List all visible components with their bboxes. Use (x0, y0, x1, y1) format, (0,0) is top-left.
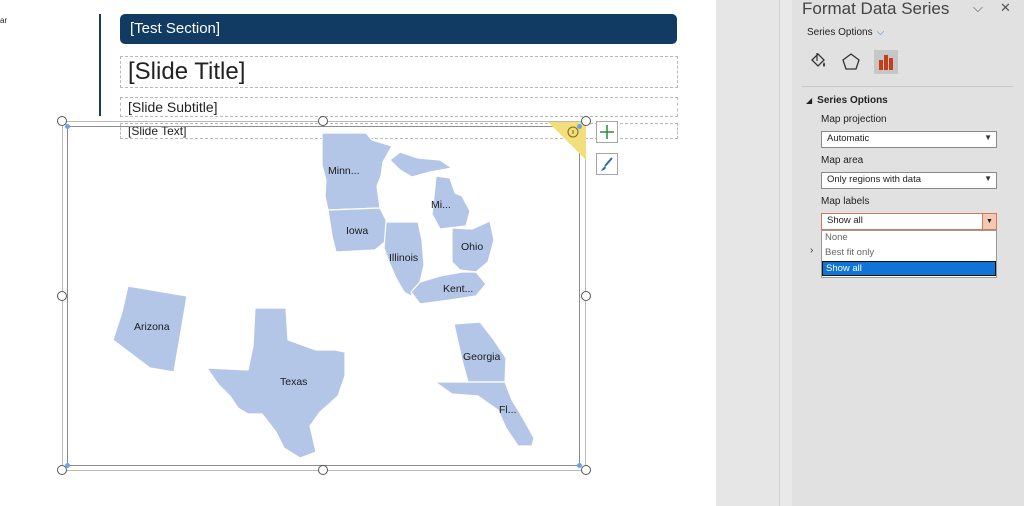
dropdown-arrow-icon: ▼ (984, 133, 992, 142)
dropdown-option-best-fit[interactable]: Best fit only (822, 246, 996, 261)
map-projection-label: Map projection (821, 114, 887, 125)
bar-chart-icon (879, 55, 893, 70)
plus-icon (600, 125, 614, 139)
pane-options-chevron-icon[interactable]: ⌵ (973, 0, 983, 16)
chart-styles-button[interactable] (596, 153, 618, 175)
brush-icon (601, 157, 613, 171)
dropdown-option-show-all[interactable]: Show all (822, 261, 996, 276)
section-title: Series Options (817, 95, 888, 106)
pane-title: Format Data Series (802, 0, 950, 18)
plot-area-handle[interactable] (577, 463, 582, 468)
tab-series-options[interactable] (874, 50, 898, 74)
series-options-dropdown[interactable]: Series Options ⌵ (807, 27, 884, 38)
map-labels-dropdown-list: None Best fit only Show all (821, 230, 997, 278)
map-projection-select[interactable]: Automatic ▼ (821, 131, 997, 148)
map-area-label: Map area (821, 155, 864, 166)
map-labels-value: Show all (827, 215, 863, 226)
series-options-dropdown-label: Series Options (807, 27, 873, 38)
pane-splitter[interactable] (779, 0, 792, 506)
resize-handle[interactable] (581, 291, 591, 301)
tab-effects[interactable] (839, 50, 863, 74)
map-area-value: Only regions with data (827, 174, 921, 185)
resize-handle[interactable] (581, 465, 591, 475)
chevron-down-icon: ⌵ (876, 27, 885, 38)
map-projection-value: Automatic (827, 133, 870, 144)
pane-divider (802, 86, 1013, 87)
map-labels-label: Map labels (821, 196, 870, 207)
chart-elements-button[interactable] (596, 121, 618, 143)
fill-bucket-icon (811, 53, 825, 67)
chart-plot-area[interactable] (67, 126, 580, 466)
close-icon[interactable]: ✕ (1000, 0, 1011, 16)
pentagon-icon (842, 53, 860, 70)
resize-handle[interactable] (318, 116, 328, 126)
plot-area-handle[interactable] (65, 463, 70, 468)
plot-area-handle[interactable] (577, 124, 582, 129)
tab-fill-line[interactable] (806, 50, 830, 74)
section-series-options[interactable]: ◢ Series Options (806, 95, 888, 106)
resize-handle[interactable] (581, 116, 591, 126)
dropdown-arrow-icon: ▼ (984, 174, 992, 183)
resize-handle[interactable] (57, 291, 67, 301)
plot-area-handle[interactable] (65, 124, 70, 129)
dropdown-arrow-icon[interactable]: ▼ (982, 213, 997, 230)
map-area-select[interactable]: Only regions with data ▼ (821, 172, 997, 189)
collapse-triangle-icon: ◢ (806, 96, 813, 105)
format-pane: Format Data Series ⌵ ✕ Series Options ⌵ ◢… (792, 0, 1024, 506)
dropdown-option-none[interactable]: None (822, 231, 996, 246)
slide-canvas: ar [Test Section] [Slide Title] [Slide S… (0, 0, 779, 506)
slide[interactable]: ar [Test Section] [Slide Title] [Slide S… (0, 0, 716, 506)
map-labels-select[interactable]: Show all ▼ (821, 213, 997, 230)
resize-handle[interactable] (318, 465, 328, 475)
chevron-right-icon[interactable]: › (810, 245, 813, 256)
